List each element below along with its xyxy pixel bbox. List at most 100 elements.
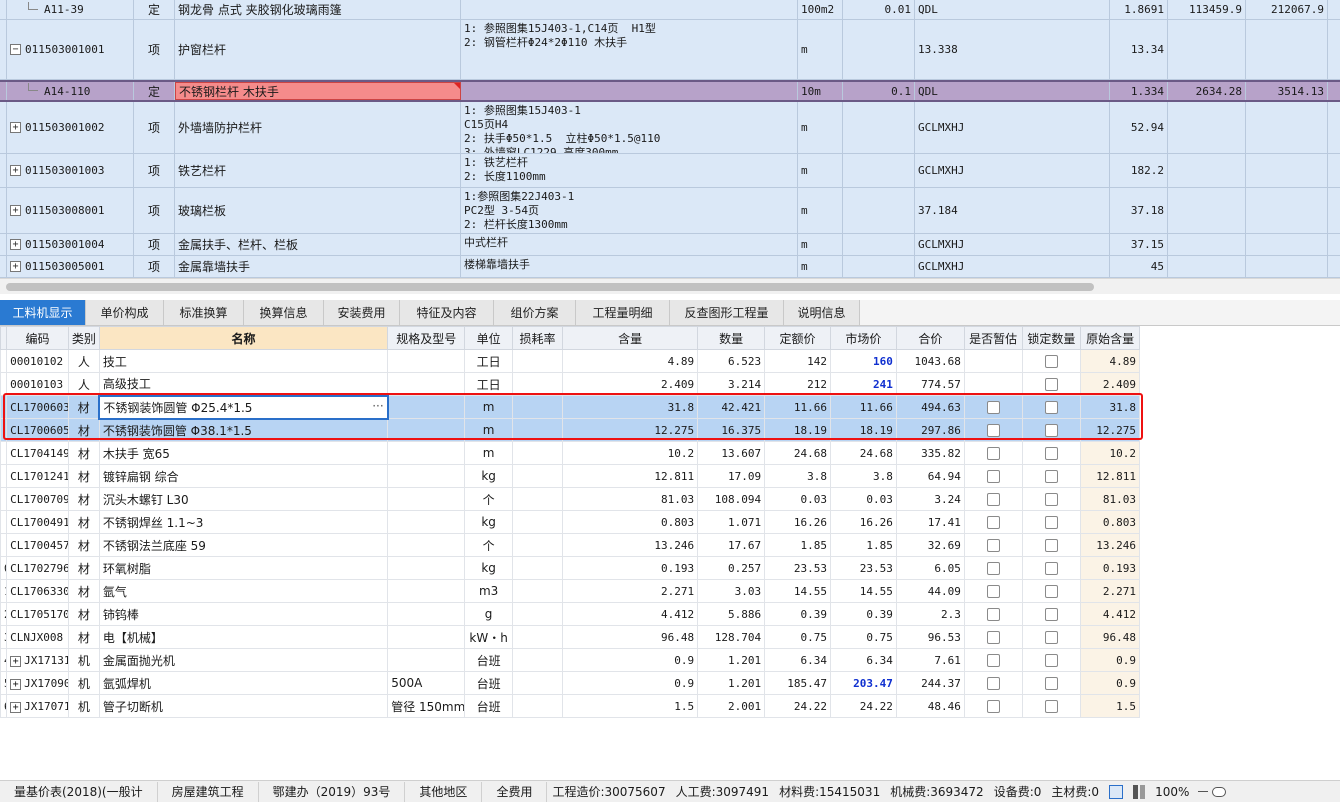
- code-cell[interactable]: CL17051700: [6, 602, 69, 626]
- lock-quantity-checkbox[interactable]: [1044, 447, 1058, 460]
- table-row[interactable]: 3CLNJX008材电【机械】kW・h96.48128.7040.750.759…: [0, 625, 1140, 649]
- provisional-cell[interactable]: [963, 349, 1023, 373]
- market-price-cell[interactable]: 0.39: [829, 602, 897, 626]
- market-price-cell[interactable]: 23.53: [829, 556, 897, 580]
- top-grid-row[interactable]: +011503001003 项 铁艺栏杆 1: 铁艺栏杆 2: 长度1100mm m GC…: [0, 154, 1340, 188]
- content-cell[interactable]: 96.48: [562, 625, 699, 649]
- quota-price-cell[interactable]: 23.53: [764, 556, 831, 580]
- expand-icon[interactable]: +: [10, 655, 22, 667]
- original-content-cell[interactable]: 13.246: [1080, 533, 1140, 557]
- code-cell[interactable]: CL17004910: [6, 510, 69, 534]
- content-cell[interactable]: 0.9: [562, 671, 699, 695]
- top-grid-row[interactable]: A11-39 定 钢龙骨 点式 夹胶钢化玻璃雨篷 100m2 0.01 QDL 1.8691…: [0, 0, 1340, 20]
- spec-cell[interactable]: [387, 648, 466, 672]
- quantity-cell[interactable]: 3.214: [697, 372, 766, 396]
- total-price-cell[interactable]: 32.69: [895, 533, 965, 557]
- original-content-cell[interactable]: 12.275: [1080, 418, 1140, 442]
- tab-2[interactable]: 标准换算: [164, 300, 244, 325]
- spec-cell[interactable]: [387, 349, 466, 373]
- column-header[interactable]: 锁定数量: [1021, 326, 1082, 350]
- table-row[interactable]: CL17006050材不锈钢装饰圆管 Φ38.1*1.5m12.27516.37…: [0, 418, 1140, 442]
- lock-quantity-cell[interactable]: [1021, 671, 1082, 695]
- quota-price-cell[interactable]: 3.8: [764, 464, 831, 488]
- content-cell[interactable]: 1.5: [562, 694, 699, 718]
- provisional-cell[interactable]: [963, 625, 1023, 649]
- column-header[interactable]: 原始含量: [1080, 326, 1140, 350]
- loss-rate-cell[interactable]: [511, 372, 564, 396]
- quota-price-cell[interactable]: 18.19: [764, 418, 831, 442]
- expand-icon[interactable]: +: [10, 678, 22, 690]
- total-price-cell[interactable]: 44.09: [895, 579, 965, 603]
- unit-cell[interactable]: m: [464, 441, 513, 465]
- lock-quantity-checkbox[interactable]: [1044, 608, 1058, 621]
- original-content-cell[interactable]: 4.412: [1080, 602, 1140, 626]
- content-cell[interactable]: 0.193: [562, 556, 699, 580]
- table-row[interactable]: CL17041490材木扶手 宽65m10.213.60724.6824.683…: [0, 441, 1140, 465]
- tab-6[interactable]: 组价方案: [494, 300, 576, 325]
- name-cell[interactable]: 技工: [98, 349, 389, 373]
- code-cell[interactable]: CL17027960: [6, 556, 69, 580]
- category-cell[interactable]: 机: [67, 648, 100, 672]
- lock-quantity-checkbox[interactable]: [1044, 631, 1058, 644]
- lock-quantity-cell[interactable]: [1021, 602, 1082, 626]
- spec-cell[interactable]: [387, 441, 466, 465]
- quantity-cell[interactable]: 3.03: [697, 579, 766, 603]
- name-cell[interactable]: 沉头木螺钉 L30: [98, 487, 389, 511]
- lock-quantity-cell[interactable]: [1021, 625, 1082, 649]
- loss-rate-cell[interactable]: [511, 487, 564, 511]
- total-price-cell[interactable]: 64.94: [895, 464, 965, 488]
- quota-price-cell[interactable]: 1.85: [764, 533, 831, 557]
- quota-price-cell[interactable]: 14.55: [764, 579, 831, 603]
- loss-rate-cell[interactable]: [511, 418, 564, 442]
- view-split-icon[interactable]: [1133, 784, 1146, 799]
- loss-rate-cell[interactable]: [511, 694, 564, 718]
- unit-cell[interactable]: kW・h: [464, 625, 513, 649]
- name-cell[interactable]: 不锈钢法兰底座 59: [98, 533, 389, 557]
- lock-quantity-cell[interactable]: [1021, 487, 1082, 511]
- lock-quantity-checkbox[interactable]: [1044, 401, 1058, 414]
- column-header[interactable]: 是否暂估: [963, 326, 1023, 350]
- tab-8[interactable]: 反查图形工程量: [670, 300, 784, 325]
- spec-cell[interactable]: [387, 487, 466, 511]
- provisional-cell[interactable]: [963, 602, 1023, 626]
- provisional-cell[interactable]: [963, 556, 1023, 580]
- quota-price-cell[interactable]: 6.34: [764, 648, 831, 672]
- total-price-cell[interactable]: 494.63: [895, 395, 965, 419]
- loss-rate-cell[interactable]: [511, 464, 564, 488]
- column-header[interactable]: 损耗率: [511, 326, 564, 350]
- quota-price-cell[interactable]: 24.22: [764, 694, 831, 718]
- provisional-cell[interactable]: [963, 464, 1023, 488]
- zoom-out-icon[interactable]: [1198, 791, 1209, 792]
- name-cell[interactable]: 高级技工: [98, 372, 389, 396]
- expand-icon[interactable]: +: [10, 165, 21, 176]
- lock-quantity-cell[interactable]: [1021, 556, 1082, 580]
- spec-cell[interactable]: [387, 418, 466, 442]
- market-price-cell[interactable]: 160: [829, 349, 897, 373]
- content-cell[interactable]: 31.8: [562, 395, 699, 419]
- quantity-cell[interactable]: 1.071: [697, 510, 766, 534]
- lock-quantity-checkbox[interactable]: [1044, 424, 1058, 437]
- table-row[interactable]: 0CL17027960材环氧树脂kg0.1930.25723.5323.536.…: [0, 556, 1140, 580]
- total-price-cell[interactable]: 48.46: [895, 694, 965, 718]
- top-grid-row[interactable]: −011503001001 项 护窗栏杆 1: 参照图集15J403-1,C14页 H…: [0, 20, 1340, 80]
- unit-cell[interactable]: kg: [464, 464, 513, 488]
- provisional-checkbox[interactable]: [986, 677, 1000, 690]
- total-price-cell[interactable]: 774.57: [895, 372, 965, 396]
- content-cell[interactable]: 81.03: [562, 487, 699, 511]
- table-row[interactable]: CL17006030材···不锈钢装饰圆管 Φ25.4*1.5m31.842.4…: [0, 394, 1140, 420]
- loss-rate-cell[interactable]: [511, 556, 564, 580]
- name-cell[interactable]: 管子切断机: [98, 694, 389, 718]
- original-content-cell[interactable]: 4.89: [1080, 349, 1140, 373]
- category-cell[interactable]: 材: [67, 395, 100, 419]
- name-cell[interactable]: 铈钨棒: [98, 602, 389, 626]
- total-price-cell[interactable]: 96.53: [895, 625, 965, 649]
- loss-rate-cell[interactable]: [511, 648, 564, 672]
- collapse-icon[interactable]: −: [10, 44, 21, 55]
- content-cell[interactable]: 2.409: [562, 372, 699, 396]
- column-header[interactable]: 单位: [464, 326, 513, 350]
- tab-7[interactable]: 工程量明细: [576, 300, 670, 325]
- tab-4[interactable]: 安装费用: [324, 300, 400, 325]
- code-cell[interactable]: +JX17090380: [6, 671, 69, 695]
- total-price-cell[interactable]: 2.3: [895, 602, 965, 626]
- name-cell[interactable]: ··· 不锈钢装饰圆管 Φ25.4*1.5: [98, 394, 389, 420]
